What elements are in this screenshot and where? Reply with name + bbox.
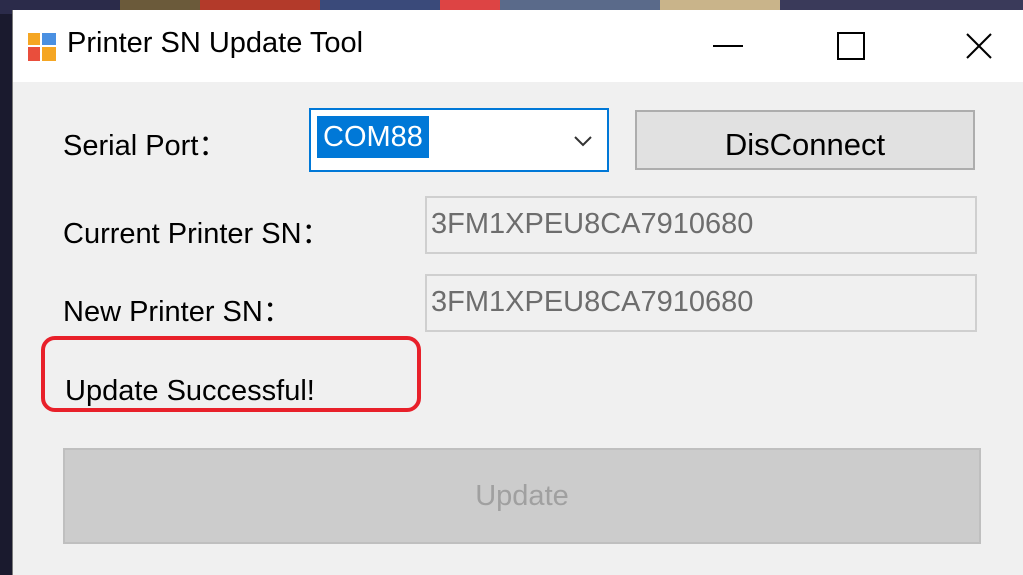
minimize-icon	[713, 45, 743, 47]
maximize-button[interactable]	[805, 10, 897, 82]
new-sn-field[interactable]: 3FM1XPEU8CA7910680	[425, 274, 977, 332]
title-bar[interactable]: Printer SN Update Tool	[13, 10, 1023, 82]
new-sn-label: New Printer SN：	[63, 296, 292, 328]
update-button[interactable]: Update	[63, 448, 981, 544]
maximize-icon	[837, 32, 865, 60]
window-title: Printer SN Update Tool	[67, 27, 364, 59]
status-message: Update Successful!	[65, 375, 315, 407]
app-window-icon	[28, 33, 56, 61]
serial-port-value: COM88	[317, 116, 429, 158]
close-button[interactable]	[933, 10, 1023, 82]
close-icon	[966, 33, 992, 59]
current-sn-field: 3FM1XPEU8CA7910680	[425, 196, 977, 254]
current-sn-label: Current Printer SN：	[63, 218, 331, 250]
minimize-button[interactable]	[682, 10, 774, 82]
serial-port-label: Serial Port：	[63, 130, 228, 162]
app-window: Printer SN Update Tool Serial Port： COM8…	[12, 10, 1023, 575]
serial-port-dropdown[interactable]: COM88	[309, 108, 609, 172]
disconnect-button[interactable]: DisConnect	[635, 110, 975, 170]
chevron-down-icon[interactable]	[573, 134, 593, 148]
